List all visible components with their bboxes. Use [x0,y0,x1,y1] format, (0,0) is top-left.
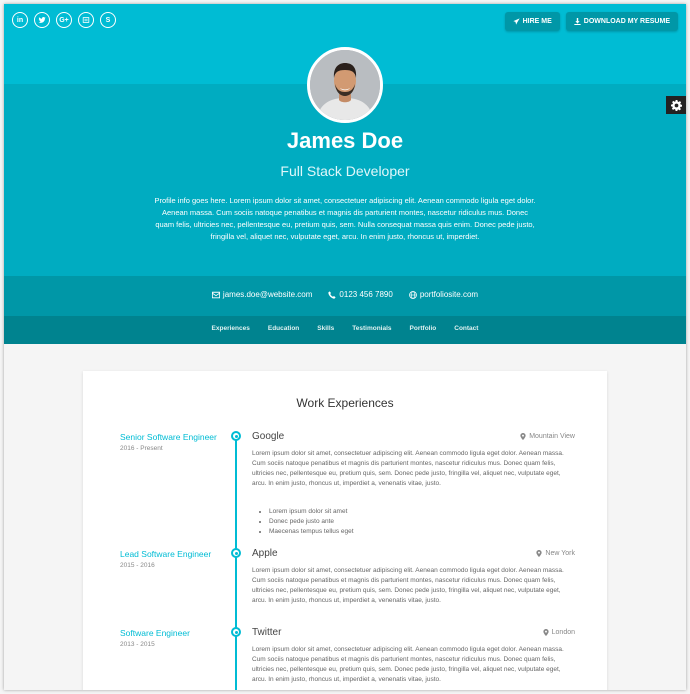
company-name: Twitter [252,627,282,638]
email-text: james.doe@website.com [222,290,313,299]
email-link[interactable]: james.doe@website.com [211,290,313,299]
website-link[interactable]: portfoliosite.com [408,290,479,299]
phone-text: 0123 456 7890 [339,290,393,299]
job-description: Lorem ipsum dolor sit amet, consectetuer… [252,567,564,604]
location-text: Mountain View [529,433,575,440]
gear-icon [670,99,682,111]
section-nav: Experiences Education Skills Testimonial… [4,325,686,332]
job-location: Mountain View [520,433,575,440]
nav-item-experiences[interactable]: Experiences [212,325,250,332]
company-name: Apple [252,548,278,559]
download-resume-button[interactable]: DOWNLOAD MY RESUME [565,12,678,31]
job-period: 2015 - 2016 [120,562,155,569]
job-title: Senior Software Engineer [120,432,217,442]
job-period: 2013 - 2015 [120,641,155,648]
list-item: Donec pede justo ante [269,517,354,527]
envelope-icon [211,291,220,298]
location-text: New York [545,550,575,557]
profile-name: James Doe [286,128,404,153]
settings-gear-button[interactable] [666,96,686,114]
page-frame: in G+ S HIRE ME DOWNLOAD MY RESUME James… [4,4,686,690]
header-actions: HIRE ME DOWNLOAD MY RESUME [504,12,678,31]
website-text: portfoliosite.com [419,290,479,299]
paper-plane-icon [512,18,520,25]
profile-title: Full Stack Developer [280,163,410,179]
stack-overflow-icon[interactable] [78,12,94,28]
google-plus-icon[interactable]: G+ [56,12,72,28]
nav-item-contact[interactable]: Contact [454,325,478,332]
profile-avatar [307,47,383,123]
company-name: Google [252,431,285,442]
job-description: Lorem ipsum dolor sit amet, consectetuer… [252,450,564,487]
skype-icon[interactable]: S [100,12,116,28]
nav-item-portfolio[interactable]: Portfolio [410,325,437,332]
globe-icon [408,290,417,299]
contact-info: james.doe@website.com 0123 456 7890 port… [4,290,686,299]
map-marker-icon [520,433,526,440]
nav-item-education[interactable]: Education [268,325,299,332]
list-item: Maecenas tempus tellus eget [269,527,354,537]
list-item: Lorem ipsum dolor sit amet [269,507,354,517]
job-location: London [543,629,575,636]
job-location: New York [536,550,575,557]
linkedin-icon[interactable]: in [12,12,28,28]
hire-me-button[interactable]: HIRE ME [504,12,560,31]
phone-link[interactable]: 0123 456 7890 [328,290,393,299]
job-title: Software Engineer [120,628,190,638]
job-highlights: Lorem ipsum dolor sit amet Donec pede ju… [269,507,354,537]
map-marker-icon [543,629,549,636]
job-period: 2016 - Present [120,445,163,452]
timeline-line [235,436,237,690]
job-description: Lorem ipsum dolor sit amet, consectetuer… [252,646,564,683]
job-title: Lead Software Engineer [120,549,212,559]
map-marker-icon [536,550,543,557]
hire-me-label: HIRE ME [522,18,552,25]
twitter-icon[interactable] [34,12,50,28]
timeline-dot [231,548,241,558]
phone-icon [328,290,337,299]
timeline-dot [231,627,241,637]
nav-item-testimonials[interactable]: Testimonials [352,325,391,332]
download-resume-label: DOWNLOAD MY RESUME [583,18,670,25]
profile-bio: Profile info goes here. Lorem ipsum dolo… [154,196,536,241]
section-title: Work Experiences [296,396,394,410]
nav-item-skills[interactable]: Skills [317,325,334,332]
location-text: London [551,629,575,636]
work-experiences-card: Work Experiences Senior Software Enginee… [83,371,607,690]
download-icon [574,18,581,25]
timeline-dot [231,431,241,441]
social-links: in G+ S [12,12,116,28]
